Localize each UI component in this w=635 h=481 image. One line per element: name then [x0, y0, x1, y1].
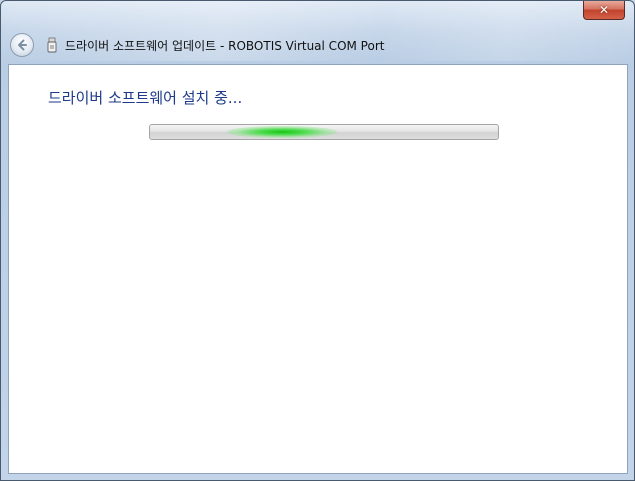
progress-bar — [149, 124, 499, 140]
dialog-window: ✕ 드라이버 소프트웨어 업데이트 - ROBOTIS Virtual COM … — [0, 0, 635, 481]
content-panel: 드라이버 소프트웨어 설치 중... — [8, 64, 628, 474]
close-icon: ✕ — [598, 3, 610, 17]
progress-glow — [227, 126, 338, 138]
back-arrow-icon — [18, 39, 27, 51]
page-heading: 드라이버 소프트웨어 설치 중... — [48, 89, 243, 107]
dialog-header: 드라이버 소프트웨어 업데이트 - ROBOTIS Virtual COM Po… — [1, 27, 634, 63]
back-button[interactable] — [10, 33, 34, 57]
usb-device-icon — [47, 37, 57, 53]
close-button[interactable]: ✕ — [583, 1, 625, 20]
window-title: 드라이버 소프트웨어 업데이트 - ROBOTIS Virtual COM Po… — [65, 39, 385, 53]
